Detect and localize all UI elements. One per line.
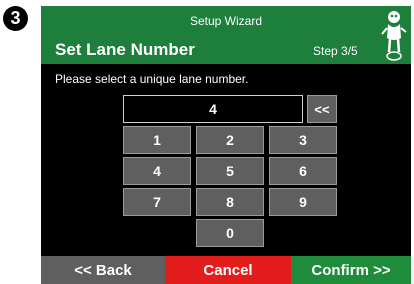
backspace-button[interactable]: << bbox=[307, 95, 337, 123]
keypad-key-8[interactable]: 8 bbox=[196, 188, 264, 216]
mascot-logo-icon bbox=[381, 11, 407, 61]
keypad-key-0[interactable]: 0 bbox=[196, 219, 264, 247]
keypad-key-5[interactable]: 5 bbox=[196, 157, 264, 185]
step-indicator: Step 3/5 bbox=[313, 44, 358, 58]
step-number-marker: 3 bbox=[3, 6, 28, 31]
instruction-text: Please select a unique lane number. bbox=[55, 72, 249, 86]
keypad-key-1[interactable]: 1 bbox=[123, 126, 191, 154]
keypad-key-9[interactable]: 9 bbox=[269, 188, 337, 216]
keypad-key-6[interactable]: 6 bbox=[269, 157, 337, 185]
back-button[interactable]: << Back bbox=[41, 256, 165, 284]
keypad-key-3[interactable]: 3 bbox=[269, 126, 337, 154]
keypad-key-2[interactable]: 2 bbox=[196, 126, 264, 154]
confirm-button[interactable]: Confirm >> bbox=[291, 256, 411, 284]
title-bar: Setup Wizard Set Lane Number Step 3/5 bbox=[41, 6, 411, 64]
keypad-key-4[interactable]: 4 bbox=[123, 157, 191, 185]
device-screen: Setup Wizard Set Lane Number Step 3/5 Pl… bbox=[41, 6, 411, 284]
keypad-key-7[interactable]: 7 bbox=[123, 188, 191, 216]
screen-title: Set Lane Number bbox=[55, 40, 195, 59]
wizard-title: Setup Wizard bbox=[189, 14, 263, 28]
lane-number-display: 4 bbox=[123, 95, 303, 123]
cancel-button[interactable]: Cancel bbox=[165, 256, 291, 284]
